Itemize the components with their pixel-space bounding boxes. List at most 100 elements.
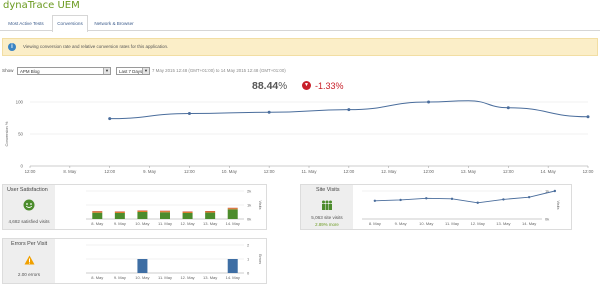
x-tick-label: 12:00 bbox=[25, 169, 36, 174]
y-tick-label: 0 bbox=[247, 271, 250, 276]
tab-network-browser[interactable]: Network & Browser bbox=[90, 15, 138, 31]
bar-satisfied bbox=[205, 212, 216, 219]
site-visits-metric: 5,063 site visits bbox=[311, 215, 343, 220]
x-tick-label: 12:00 bbox=[503, 169, 514, 174]
data-point bbox=[108, 117, 112, 121]
y-axis-label: Visits bbox=[556, 200, 560, 209]
conversion-chart: Conversion %10050012:00 8. May 12:00 9. May… bbox=[4, 100, 594, 174]
show-label: Show bbox=[2, 68, 14, 73]
data-point bbox=[347, 108, 351, 112]
data-point bbox=[476, 201, 479, 204]
data-point bbox=[399, 198, 402, 202]
y-axis-label: Visits bbox=[258, 200, 262, 209]
user-satisfaction-chart: 2k 1k 0k Visits 8. May 9. May 10. May 11. May 12… bbox=[86, 189, 262, 226]
x-tick-label: 10. May bbox=[222, 169, 238, 174]
y-tick-label: 1 bbox=[247, 257, 250, 262]
bar-satisfied bbox=[227, 209, 238, 219]
y-tick-label: 0k bbox=[545, 217, 549, 222]
data-point bbox=[427, 100, 431, 104]
smiley-icon bbox=[23, 199, 35, 211]
application-select[interactable]: APM Blog ▼ bbox=[17, 67, 111, 75]
application-select-value: APM Blog bbox=[20, 69, 40, 74]
x-tick-label: 12. May bbox=[381, 169, 397, 174]
data-point bbox=[373, 199, 377, 202]
conversion-rate-unit: % bbox=[278, 81, 288, 92]
x-tick-label: 14. May bbox=[226, 221, 240, 226]
x-tick-label: 12:00 bbox=[184, 169, 195, 174]
x-tick-label: 11. May bbox=[158, 221, 172, 226]
x-tick-label: 12:00 bbox=[104, 169, 115, 174]
x-tick-label: 9. May bbox=[114, 221, 126, 226]
x-tick-label: 12:00 bbox=[423, 169, 434, 174]
x-tick-label: 9. May bbox=[395, 221, 407, 226]
x-tick-label: 10. May bbox=[135, 221, 149, 226]
user-satisfaction-title: User Satisfaction bbox=[7, 187, 48, 193]
data-point bbox=[553, 189, 557, 193]
data-point bbox=[502, 198, 505, 201]
info-icon: i bbox=[8, 43, 16, 51]
data-point bbox=[506, 106, 510, 110]
y-axis-label: Errors bbox=[258, 254, 262, 264]
site-visits-panel: Site Visits 5,063 site visits 2.89% more… bbox=[300, 184, 572, 230]
x-tick-label: 11. May bbox=[302, 169, 318, 174]
chevron-down-icon: ▼ bbox=[142, 68, 149, 74]
x-tick-label: 12. May bbox=[180, 221, 194, 226]
bar-tolerating bbox=[137, 210, 148, 212]
y-tick-label: 2 bbox=[247, 243, 250, 248]
x-tick-label: 8. May bbox=[91, 221, 103, 226]
bar-satisfied bbox=[160, 212, 170, 219]
x-tick-label: 12. May bbox=[180, 275, 194, 280]
errors-metric: 2.00 errors bbox=[17, 272, 41, 277]
bar-tolerating bbox=[92, 211, 103, 213]
bar-tolerating bbox=[205, 211, 216, 213]
bar-satisfied bbox=[114, 212, 125, 219]
x-tick-label: 8. May bbox=[369, 221, 381, 226]
x-tick-label: 12. May bbox=[471, 221, 485, 226]
x-tick-label: 12:00 bbox=[343, 169, 354, 174]
trend-down-icon: ▼ bbox=[302, 81, 311, 90]
bar-satisfied bbox=[182, 212, 193, 219]
timeframe-select[interactable]: Last 7 Days ▼ bbox=[116, 67, 150, 75]
tab-bar: Most Active Tests Conversions Network & … bbox=[0, 14, 600, 32]
user-satisfaction-summary: User Satisfaction 4,682 satisfied visits bbox=[3, 185, 55, 229]
user-satisfaction-panel: User Satisfaction 4,682 satisfied visits… bbox=[2, 184, 267, 230]
x-tick-label: 9. May bbox=[143, 169, 157, 174]
data-point bbox=[450, 197, 454, 201]
x-tick-label: 13. May bbox=[496, 221, 510, 226]
data-point bbox=[527, 195, 531, 199]
x-tick-label: 14. May bbox=[522, 221, 536, 226]
x-tick-label: 12:00 bbox=[583, 169, 594, 174]
conversion-rate-value: 88.44 bbox=[252, 80, 279, 92]
y-axis-label: Conversion % bbox=[4, 121, 9, 146]
y-tick-label: 100 bbox=[16, 100, 24, 105]
data-point bbox=[586, 115, 590, 119]
y-tick-label: 2k bbox=[247, 189, 251, 194]
x-tick-label: 11. May bbox=[158, 275, 172, 280]
y-tick-label: 1k bbox=[247, 203, 251, 208]
y-tick-label: 0k bbox=[247, 217, 251, 222]
x-tick-label: 8. May bbox=[91, 275, 103, 280]
x-tick-label: 13. May bbox=[203, 275, 217, 280]
errors-summary: Errors Per Visit 2.00 errors bbox=[3, 239, 55, 283]
conversion-rate: 88.44% bbox=[252, 80, 287, 92]
data-point bbox=[425, 197, 428, 200]
errors-title: Errors Per Visit bbox=[11, 241, 48, 247]
bar-errors bbox=[137, 259, 148, 273]
x-tick-label: 13. May bbox=[461, 169, 477, 174]
tab-conversions[interactable]: Conversions bbox=[52, 15, 88, 32]
errors-per-visit-panel: Errors Per Visit 2.00 errors 2 1 0 Errors 8.… bbox=[2, 238, 267, 284]
x-tick-label: 11. May bbox=[445, 221, 459, 226]
x-tick-label: 8. May bbox=[63, 169, 77, 174]
x-tick-label: 12:00 bbox=[264, 169, 275, 174]
y-tick-label: 50 bbox=[18, 132, 23, 137]
series-line bbox=[374, 190, 555, 204]
x-tick-label: 9. May bbox=[114, 275, 126, 280]
timeframe-select-value: Last 7 Days bbox=[119, 69, 143, 74]
x-tick-label: 14. May bbox=[540, 169, 556, 174]
bar-errors bbox=[227, 259, 238, 273]
tab-most-active-tests[interactable]: Most Active Tests bbox=[2, 15, 50, 31]
x-tick-label: 13. May bbox=[203, 221, 217, 226]
x-tick-label: 10. May bbox=[135, 275, 149, 280]
conversion-delta: -1.33% bbox=[315, 81, 344, 91]
y-tick-label: 0 bbox=[21, 164, 24, 169]
